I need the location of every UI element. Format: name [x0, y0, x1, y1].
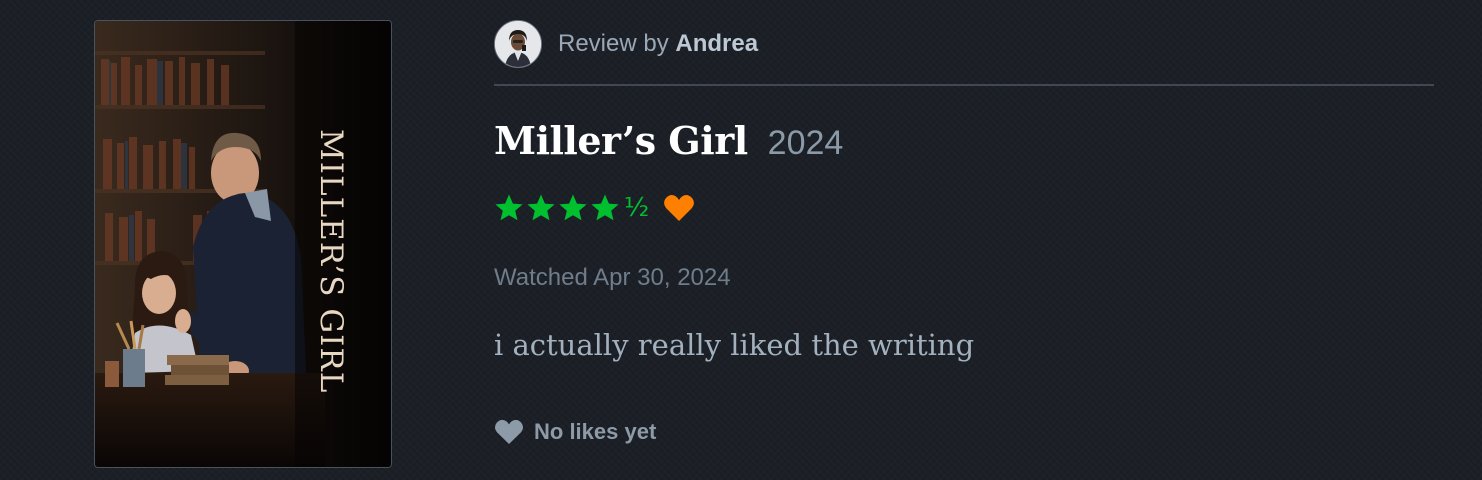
review-page: MILLER’S GIRL Review by Andrea Miller’s …	[0, 0, 1482, 480]
half-star-icon: ½	[624, 193, 650, 223]
like-review-action[interactable]: No likes yet	[494, 418, 656, 446]
avatar-image	[495, 21, 541, 67]
star-icon	[495, 194, 523, 221]
star-icon	[591, 194, 619, 221]
film-poster[interactable]: MILLER’S GIRL	[94, 20, 392, 468]
star-icon	[527, 194, 555, 221]
reviewer-name[interactable]: Andrea	[675, 30, 758, 57]
review-by-prefix: Review by	[558, 30, 669, 57]
review-by-label: Review by Andrea	[558, 30, 758, 58]
liked-heart-icon	[664, 195, 695, 221]
review-byline: Review by Andrea	[494, 20, 758, 68]
header-divider	[494, 84, 1434, 86]
star-icon	[559, 194, 587, 221]
watched-date: Watched Apr 30, 2024	[494, 264, 731, 291]
rating-row: ½	[494, 191, 695, 225]
heart-icon	[494, 419, 524, 444]
poster-title-text: MILLER’S GIRL	[313, 129, 349, 393]
film-title[interactable]: Miller’s Girl	[494, 118, 748, 163]
film-year[interactable]: 2024	[768, 124, 844, 163]
star-rating	[494, 193, 622, 223]
review-body: i actually really liked the writing	[494, 328, 975, 362]
poster-image: MILLER’S GIRL	[95, 21, 391, 467]
reviewer-avatar[interactable]	[494, 20, 542, 68]
likes-count-label: No likes yet	[534, 419, 657, 444]
film-heading: Miller’s Girl 2024	[494, 118, 843, 163]
